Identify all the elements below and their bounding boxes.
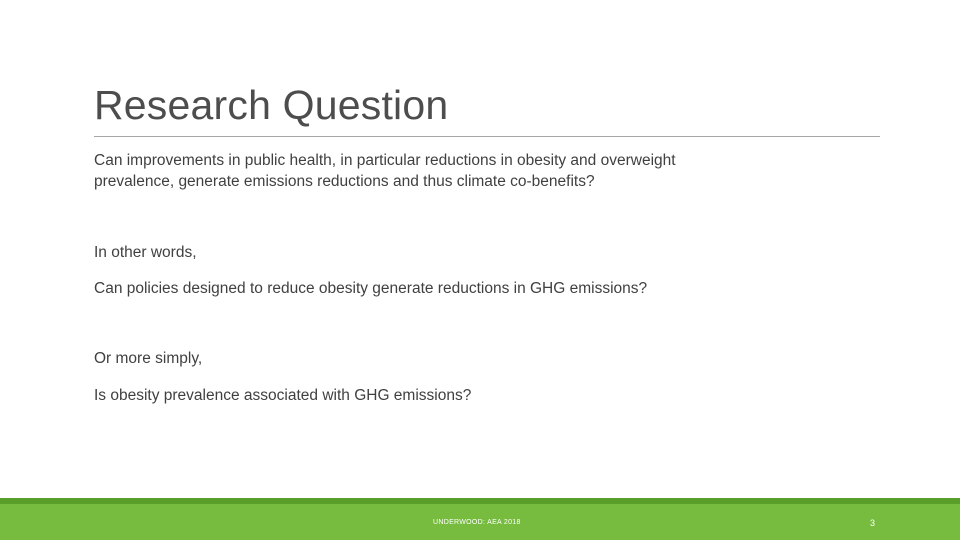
footer-text: UNDERWOOD: AEA 2018 [433, 519, 521, 526]
body-paragraph-1-line-1: Can improvements in public health, in pa… [94, 152, 676, 169]
body-paragraph-4: Or more simply, [94, 350, 203, 367]
slide-number: 3 [870, 518, 876, 528]
body-paragraph-3: Can policies designed to reduce obesity … [94, 280, 648, 297]
body-paragraph-5: Is obesity prevalence associated with GH… [94, 387, 472, 404]
slide-title: Research Question [94, 82, 449, 128]
body-paragraph-1-line-2: prevalence, generate emissions reduction… [94, 173, 595, 190]
body-paragraph-2: In other words, [94, 244, 197, 261]
footer-bar-accent [0, 498, 960, 504]
slide: Research Question Can improvements in pu… [0, 0, 960, 540]
title-divider [94, 136, 880, 137]
